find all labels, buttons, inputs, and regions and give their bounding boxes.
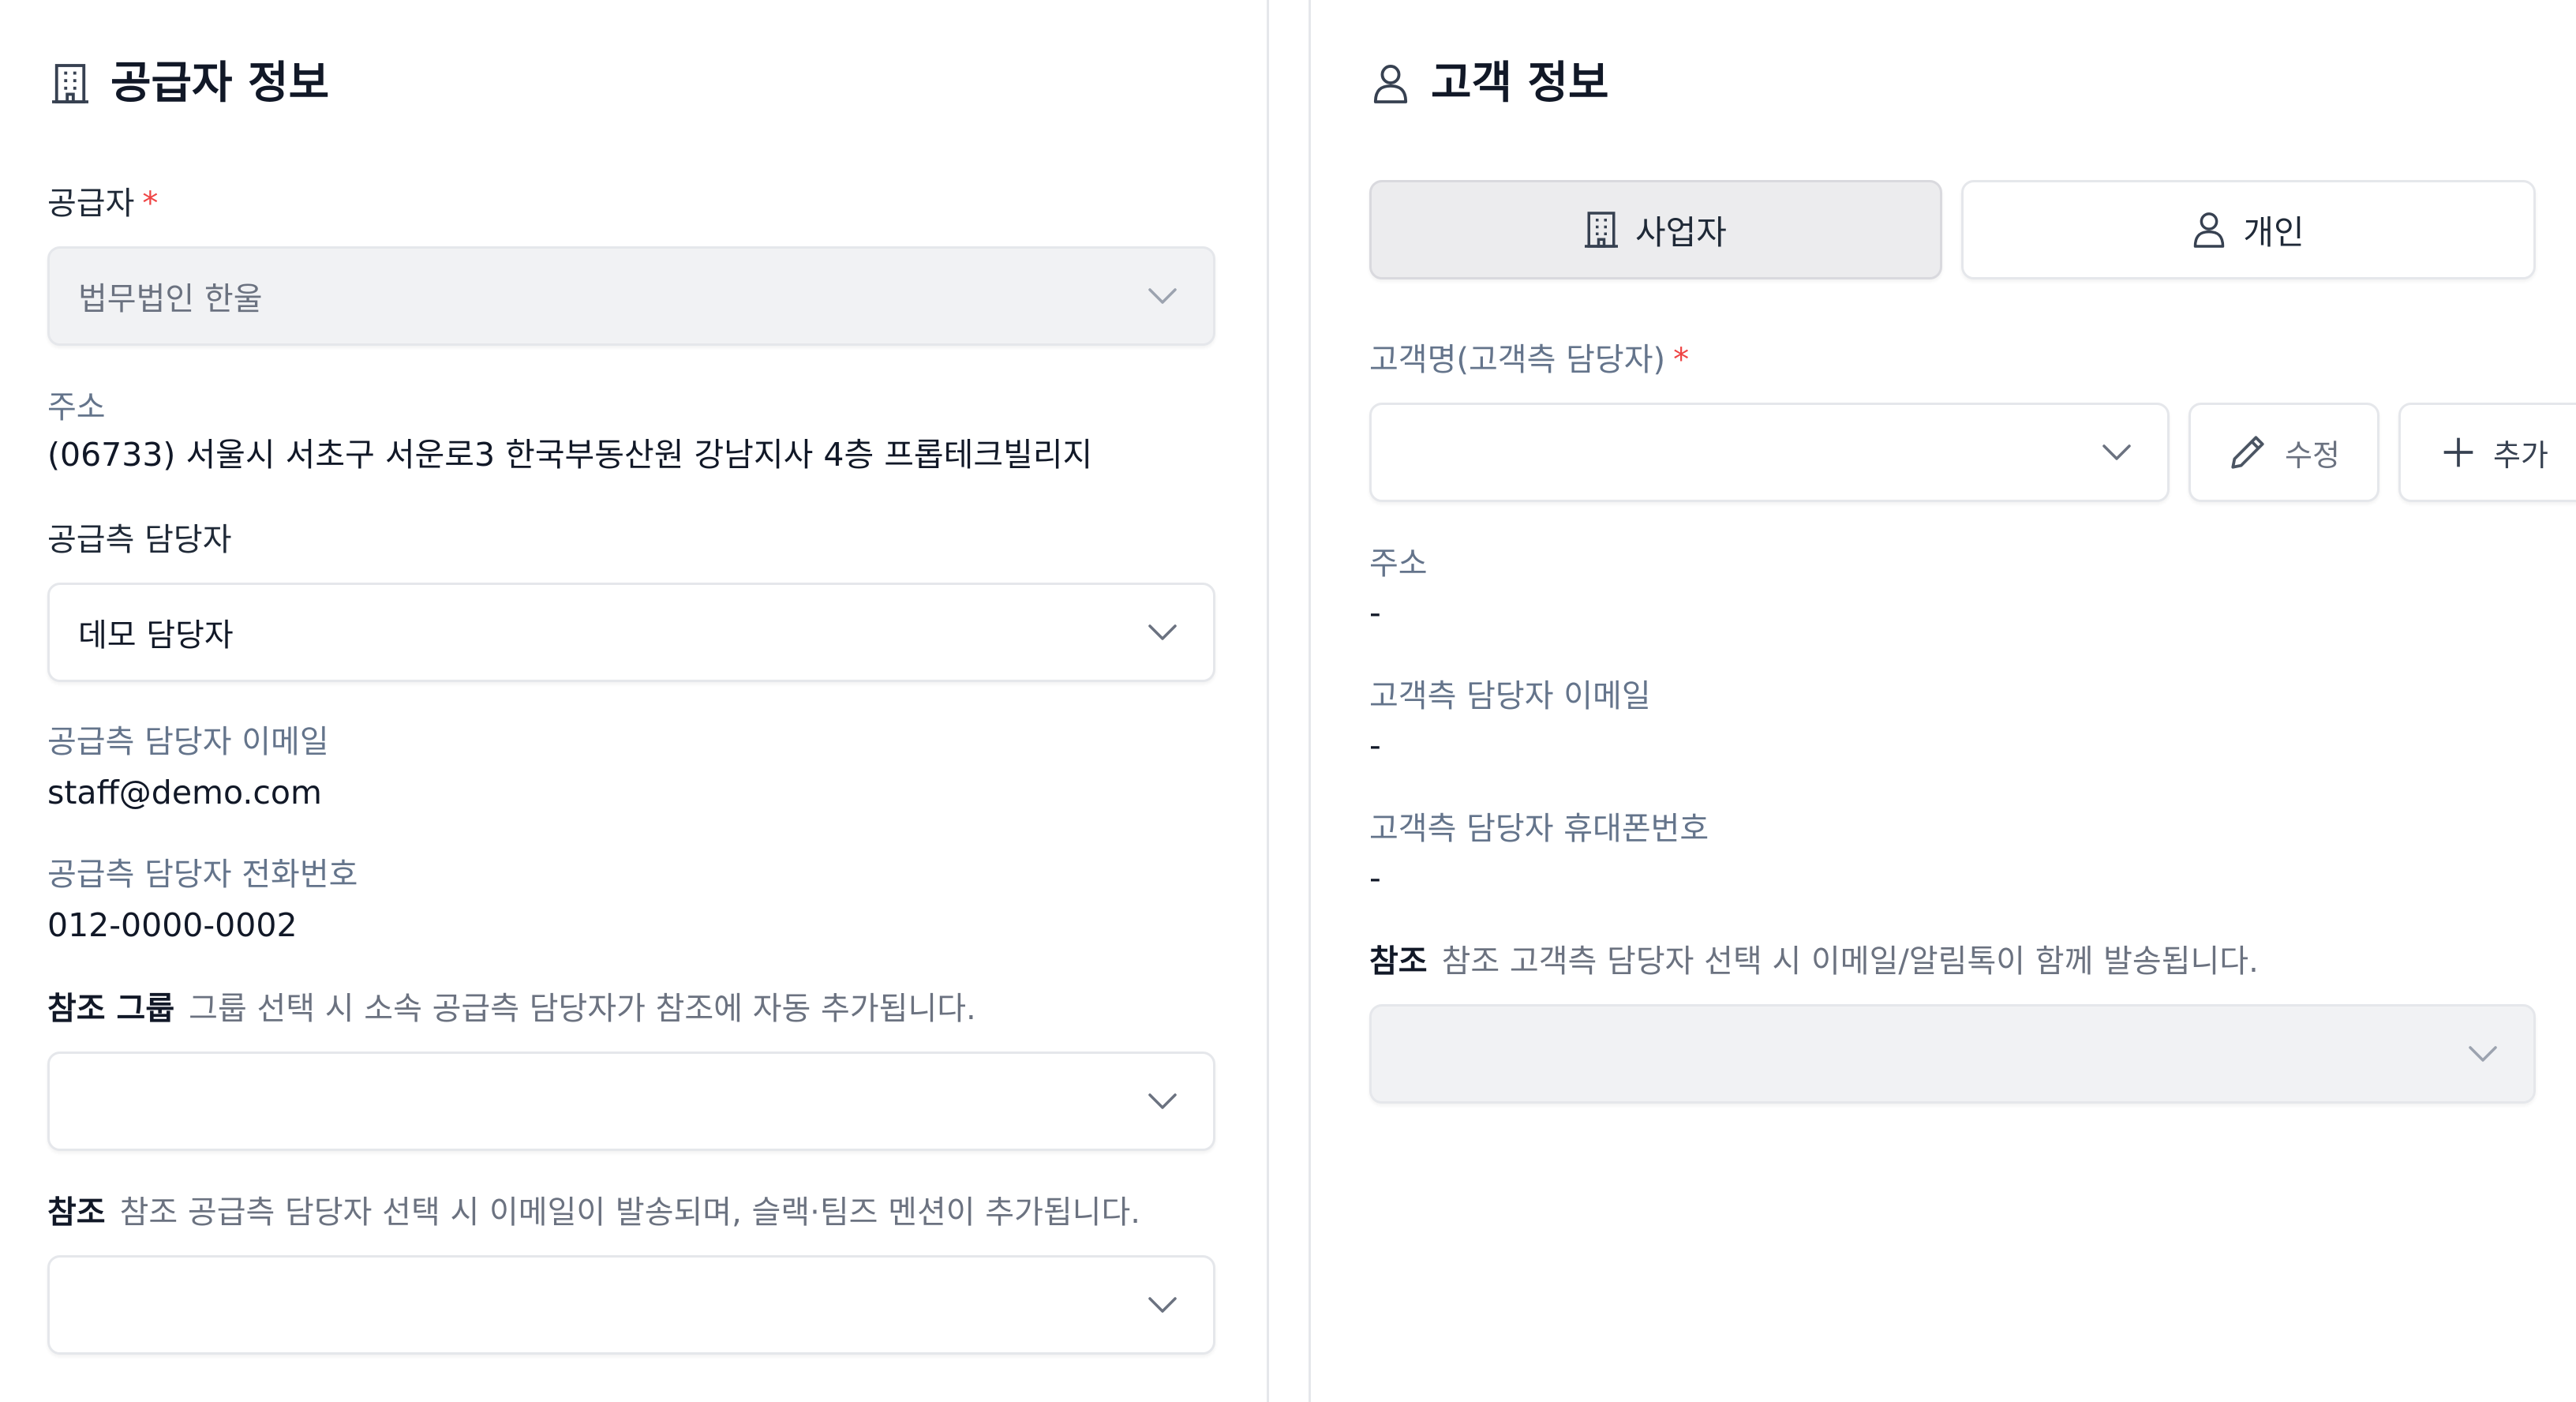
manager-phone-label: 공급측 담당자 전화번호 [47,857,358,893]
supplier-label-text: 공급자 [47,186,135,222]
supplier-select[interactable]: 법무법인 한울 [47,246,1215,346]
customer-mobile-label: 고객측 담당자 휴대폰번호 [1369,811,1709,847]
required-mark: * [142,186,159,222]
customer-mobile-value: - [1369,859,1381,897]
cc-group-select[interactable] [47,1052,1215,1151]
type-business-button[interactable]: 사업자 [1369,180,1942,279]
customer-cc-select[interactable] [1369,1004,2536,1104]
supplier-title: 공급자 정보 [110,58,330,109]
required-mark: * [1673,342,1690,378]
customer-email-value: - [1369,726,1381,764]
edit-customer-label: 수정 [2285,437,2340,473]
supplier-select-value: 법무법인 한울 [78,281,263,317]
chevron-down-icon [1148,1297,1177,1313]
add-customer-label: 추가 [2493,437,2548,473]
plus-icon [2443,437,2473,467]
chevron-down-icon [1148,288,1177,304]
supplier-cc-label: 참조 참조 공급측 담당자 선택 시 이메일이 발송되며, 슬랙·팀즈 멘션이 추… [47,1197,1140,1228]
customer-email-label: 고객측 담당자 이메일 [1369,678,1651,714]
cc-group-hint: 그룹 선택 시 소속 공급측 담당자가 참조에 자동 추가됩니다. [189,991,976,1027]
customer-address-value: - [1369,594,1381,632]
manager-label: 공급측 담당자 [47,522,232,558]
supplier-panel: 공급자 정보 공급자 * 법무법인 한울 주소 (06733) 서울시 서초구 서… [0,0,1269,1402]
cc-group-label-text: 참조 그룹 [47,991,175,1027]
chevron-down-icon [2102,444,2131,460]
customer-name-label: 고객명(고객측 담당자) * [1369,344,1689,376]
edit-customer-button[interactable]: 수정 [2188,403,2379,502]
building-icon [52,64,88,103]
manager-email-label: 공급측 담당자 이메일 [47,724,329,760]
customer-cc-label-text: 참조 [1369,943,1428,980]
cc-group-label: 참조 그룹 그룹 선택 시 소속 공급측 담당자가 참조에 자동 추가됩니다. [47,993,976,1025]
building-icon [1585,212,1619,248]
chevron-down-icon [1148,624,1177,640]
pencil-icon [2231,436,2264,469]
customer-panel: 고객 정보 사업자 개인 고객명(고객측 담당자) * 수정 추가 주소 - 고… [1309,0,2576,1402]
supplier-cc-select[interactable] [47,1255,1215,1355]
manager-email-value: staff@demo.com [47,774,322,812]
customer-name-label-text: 고객명(고객측 담당자) [1369,342,1666,378]
customer-name-select[interactable] [1369,403,2170,502]
supplier-address-label: 주소 [47,389,106,425]
chevron-down-icon [2469,1046,2497,1062]
user-icon [1373,65,1408,103]
type-business-label: 사업자 [1635,212,1727,252]
user-icon [2194,212,2225,248]
manager-select[interactable]: 데모 담당자 [47,583,1215,682]
manager-phone-value: 012-0000-0002 [47,906,298,944]
manager-select-value: 데모 담당자 [78,617,234,654]
customer-title: 고객 정보 [1431,58,1609,109]
supplier-field-label: 공급자 * [47,188,158,219]
chevron-down-icon [1148,1093,1177,1109]
supplier-address-value: (06733) 서울시 서초구 서운로3 한국부동산원 강남지사 4층 프롭테크… [47,436,1093,474]
customer-cc-hint: 참조 고객측 담당자 선택 시 이메일/알림톡이 함께 발송됩니다. [1441,943,2259,980]
supplier-cc-label-text: 참조 [47,1194,106,1231]
customer-cc-label: 참조 참조 고객측 담당자 선택 시 이메일/알림톡이 함께 발송됩니다. [1369,946,2259,977]
add-customer-button[interactable]: 추가 [2398,403,2576,502]
customer-address-label: 주소 [1369,545,1428,582]
type-personal-label: 개인 [2243,212,2305,252]
supplier-cc-hint: 참조 공급측 담당자 선택 시 이메일이 발송되며, 슬랙·팀즈 멘션이 추가됩… [119,1194,1140,1231]
type-personal-button[interactable]: 개인 [1961,180,2536,279]
